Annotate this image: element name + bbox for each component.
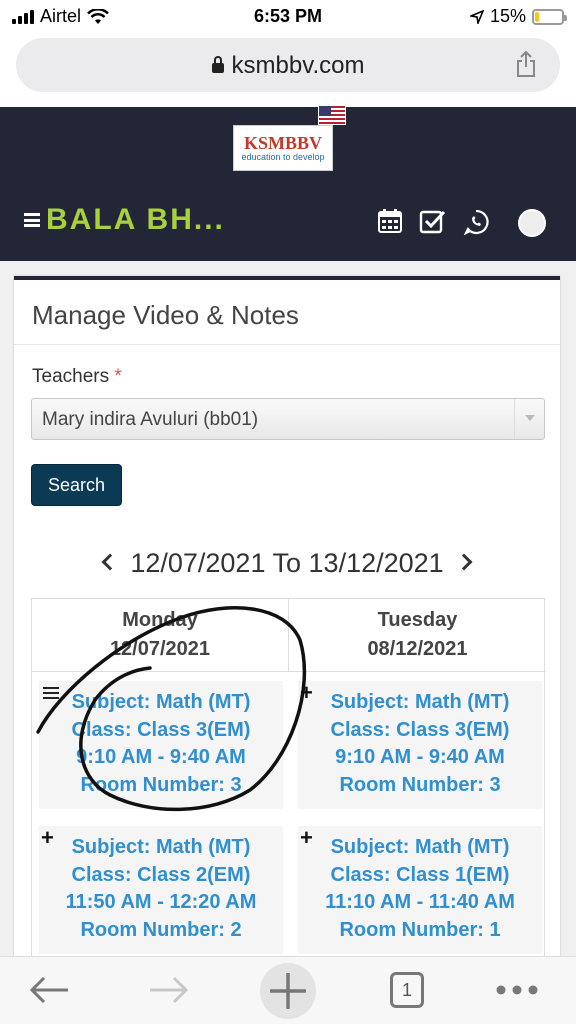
logo-text: KSMBBV bbox=[243, 133, 322, 153]
battery-percent: 15% bbox=[489, 6, 526, 26]
slot-class: Class: Class 1(EM) bbox=[330, 863, 510, 886]
brand-name: BALA BH... bbox=[46, 203, 225, 236]
slot-time: 9:10 AM - 9:40 AM bbox=[76, 746, 246, 768]
timetable-grid: Monday 12/07/2021 Tuesday 08/12/2021 Sub… bbox=[31, 598, 546, 960]
day-header-monday: Monday 12/07/2021 bbox=[32, 599, 289, 671]
more-options-icon[interactable] bbox=[496, 985, 538, 995]
tab-count-button[interactable]: 1 bbox=[390, 972, 424, 1008]
slot-subject: Subject: Math (MT) bbox=[71, 836, 251, 858]
teacher-select[interactable]: Mary indira Avuluri (bb01) bbox=[31, 398, 545, 440]
date-range-nav: 12/07/2021 To 13/12/2021 bbox=[14, 548, 560, 579]
site-logo[interactable]: KSMBBV education to develop bbox=[233, 125, 333, 171]
checkbox-icon[interactable] bbox=[419, 208, 447, 234]
status-bar: Airtel 6:53 PM 15% bbox=[0, 0, 576, 34]
timetable-slot[interactable]: + Subject: Math (MT) Class: Class 2(EM) … bbox=[39, 824, 283, 954]
url-display[interactable]: ksmbbv.com bbox=[16, 52, 560, 80]
range-end: 13/12/2021 bbox=[308, 548, 444, 578]
chevron-down-icon[interactable] bbox=[514, 399, 544, 439]
slot-class: Class: Class 2(EM) bbox=[71, 863, 251, 886]
teachers-label: Teachers * bbox=[32, 366, 122, 388]
menu-icon[interactable] bbox=[24, 213, 40, 227]
brand-menu-toggle[interactable]: BALA BH... bbox=[24, 203, 225, 237]
slot-subject: Subject: Math (MT) bbox=[330, 691, 510, 713]
range-separator: To bbox=[272, 548, 302, 578]
slot-room: Room Number: 3 bbox=[80, 773, 242, 796]
address-bar[interactable]: ksmbbv.com bbox=[16, 38, 560, 92]
slot-subject: Subject: Math (MT) bbox=[330, 836, 510, 858]
slot-time: 11:50 AM - 12:20 AM bbox=[65, 891, 257, 913]
logo-tagline: education to develop bbox=[241, 152, 325, 162]
slot-room: Room Number: 2 bbox=[80, 918, 242, 941]
forward-arrow-icon[interactable] bbox=[148, 975, 190, 1005]
slot-menu-icon[interactable] bbox=[43, 687, 59, 699]
required-mark: * bbox=[114, 366, 122, 387]
browser-toolbar: 1 bbox=[0, 956, 576, 1024]
plus-icon bbox=[270, 973, 306, 1009]
slot-room: Room Number: 1 bbox=[339, 918, 501, 941]
site-header: KSMBBV education to develop BALA BH... bbox=[0, 107, 576, 261]
search-button[interactable]: Search bbox=[31, 464, 122, 506]
range-start: 12/07/2021 bbox=[130, 548, 266, 578]
new-tab-button[interactable] bbox=[260, 963, 316, 1019]
slot-time: 11:10 AM - 11:40 AM bbox=[325, 891, 515, 913]
calendar-icon[interactable] bbox=[377, 208, 403, 234]
day-date: 08/12/2021 bbox=[367, 638, 468, 660]
teachers-label-text: Teachers bbox=[32, 366, 110, 387]
timetable-slot[interactable]: Subject: Math (MT) Class: Class 3(EM) 9:… bbox=[39, 681, 283, 809]
slot-class: Class: Class 3(EM) bbox=[71, 718, 251, 741]
day-date: 12/07/2021 bbox=[109, 638, 211, 660]
timetable-slot[interactable]: + Subject: Math (MT) Class: Class 3(EM) … bbox=[298, 679, 542, 809]
manage-video-notes-card: Manage Video & Notes Teachers * Mary ind… bbox=[14, 276, 560, 960]
us-flag-icon[interactable] bbox=[318, 105, 346, 125]
header-divider bbox=[32, 671, 546, 672]
url-text: ksmbbv.com bbox=[231, 52, 365, 79]
title-divider bbox=[14, 344, 560, 345]
back-arrow-icon[interactable] bbox=[28, 975, 70, 1005]
chevron-left-icon[interactable] bbox=[101, 553, 119, 571]
status-right: 15% bbox=[469, 6, 567, 27]
slot-time: 9:10 AM - 9:40 AM bbox=[335, 746, 505, 768]
slot-subject: Subject: Math (MT) bbox=[71, 691, 251, 713]
lock-icon bbox=[211, 56, 224, 73]
slot-class: Class: Class 3(EM) bbox=[330, 718, 510, 741]
whatsapp-icon[interactable] bbox=[463, 209, 489, 235]
slot-room: Room Number: 3 bbox=[339, 773, 501, 796]
teacher-selected-value: Mary indira Avuluri (bb01) bbox=[42, 409, 259, 430]
chevron-right-icon[interactable] bbox=[455, 553, 473, 571]
add-icon[interactable]: + bbox=[300, 679, 313, 707]
day-name: Monday bbox=[122, 609, 198, 631]
share-icon[interactable] bbox=[514, 50, 538, 78]
location-arrow-icon bbox=[469, 9, 484, 24]
add-icon[interactable]: + bbox=[41, 824, 54, 852]
battery-level bbox=[535, 11, 540, 22]
timetable-slot[interactable]: + Subject: Math (MT) Class: Class 1(EM) … bbox=[298, 824, 542, 954]
page-title: Manage Video & Notes bbox=[32, 300, 299, 330]
day-header-tuesday: Tuesday 08/12/2021 bbox=[289, 599, 546, 671]
day-name: Tuesday bbox=[377, 609, 458, 631]
add-icon[interactable]: + bbox=[300, 824, 313, 852]
battery-icon bbox=[532, 8, 567, 25]
profile-avatar[interactable] bbox=[518, 209, 546, 237]
